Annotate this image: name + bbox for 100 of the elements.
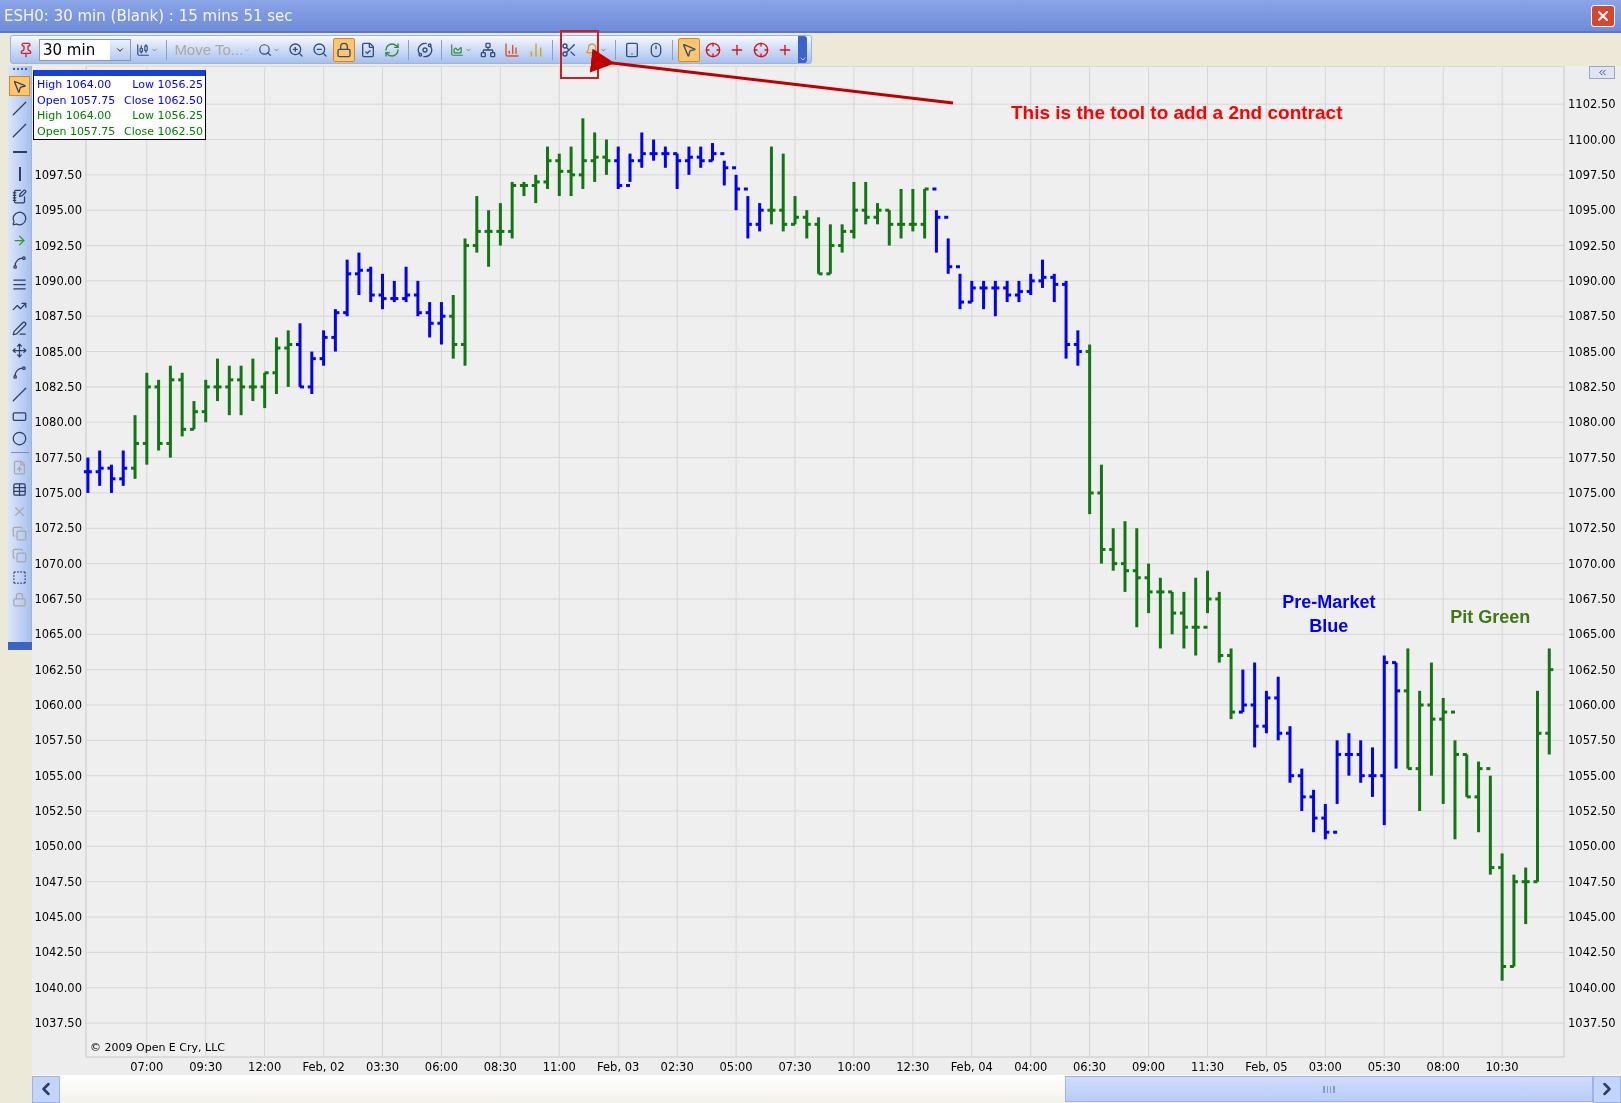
curve-icon: [12, 254, 27, 270]
caret-icon: [465, 45, 473, 54]
axis-label: 1060.00: [34, 698, 82, 712]
axis-label: 1070.00: [34, 556, 82, 571]
axis-label: 12:30: [896, 1060, 930, 1074]
axis-label: 07:00: [130, 1060, 164, 1074]
axis-label: 1052.50: [34, 804, 82, 818]
interval-dropdown[interactable]: 30 min: [39, 38, 132, 61]
tablet-icon: [624, 41, 641, 58]
axis-label: 1052.50: [1568, 804, 1616, 818]
axis-label: 1057.50: [1568, 733, 1616, 748]
drawing-tool-button[interactable]: [9, 76, 30, 96]
pen-icon: [12, 320, 27, 336]
pointer-icon: [681, 41, 698, 58]
close-button[interactable]: [1591, 4, 1615, 27]
zoom-in-icon: [288, 41, 305, 58]
axis-label: 1062.50: [34, 662, 82, 677]
hierarchy-icon: [480, 41, 497, 58]
axis-label: 1075.00: [1568, 485, 1616, 500]
axis-label: 1042.50: [34, 945, 82, 960]
axis-label: 1085.00: [1568, 344, 1616, 359]
info-text: High 1064.00: [37, 77, 112, 93]
info-text: Close 1062.50: [124, 92, 203, 108]
column-chart-icon: [504, 41, 521, 58]
scissors-icon: [561, 41, 578, 58]
bell-icon: [585, 41, 600, 58]
scroll-left-button[interactable]: [32, 1075, 60, 1103]
axis-label: 12:00: [248, 1060, 282, 1074]
axis-label: 1060.00: [1568, 698, 1616, 712]
axis-label: 1065.00: [34, 627, 82, 642]
axis-label: 1072.50: [1568, 521, 1616, 536]
axis-label: 10:00: [837, 1060, 871, 1074]
axis-label: 1097.50: [34, 167, 82, 182]
lock-icon: [336, 41, 353, 58]
orbit-icon: [417, 41, 434, 58]
axis-label: Feb, 03: [597, 1060, 640, 1074]
axis-label: Feb, 04: [950, 1060, 993, 1074]
toolbar-button[interactable]: [678, 37, 701, 62]
double-chevron-icon: [1596, 67, 1608, 78]
axis-label: 05:00: [719, 1060, 753, 1074]
search-icon: [258, 41, 273, 58]
axis-label: 1087.50: [1568, 309, 1616, 324]
axis-label: 1055.00: [34, 768, 82, 783]
highlight-frame: [560, 30, 599, 79]
axis-label: 07:30: [778, 1060, 812, 1074]
axis-label: 1062.50: [1568, 662, 1616, 677]
copy-icon: [12, 525, 27, 541]
axis-label: 1080.00: [34, 415, 82, 430]
toolbar-button[interactable]: [333, 37, 356, 62]
axis-label: 08:00: [1426, 1060, 1460, 1074]
copy-icon: [12, 547, 27, 563]
axis-label: 1057.50: [34, 733, 82, 748]
selection-icon: [12, 569, 27, 585]
axis-label: 1037.50: [34, 1016, 82, 1031]
axis-label: 1067.50: [1568, 591, 1616, 606]
axis-label: 11:30: [1190, 1060, 1225, 1074]
axis-label: 1037.50: [1568, 1016, 1616, 1031]
scroll-right-button[interactable]: [1593, 1075, 1621, 1103]
axis-label: 1050.00: [1568, 839, 1616, 854]
strip-expand-button[interactable]: [7, 642, 32, 650]
lock-icon: [12, 591, 27, 607]
slash-icon: [12, 386, 27, 402]
axis-label: 1040.00: [1568, 980, 1616, 995]
crosshair-icon: [705, 41, 722, 58]
axis-label: 1045.00: [34, 910, 82, 925]
axis-label: 02:30: [660, 1060, 694, 1074]
vertical-line-icon: [18, 167, 21, 181]
axis-label: 1047.50: [34, 874, 82, 889]
axis-label: 1090.00: [1568, 273, 1616, 288]
axis-label: 1040.00: [34, 980, 82, 995]
caret-icon: [273, 45, 281, 54]
info-text: Open 1057.75: [37, 123, 116, 139]
pin-icon: [18, 41, 34, 58]
scroll-thumb[interactable]: [1065, 1076, 1593, 1102]
axis-label: 1080.00: [1568, 415, 1616, 430]
info-text: Open 1057.75: [37, 92, 116, 108]
axis-label: 1092.50: [34, 238, 82, 253]
axis-label: Feb, 05: [1245, 1060, 1288, 1074]
axis-label: 1045.00: [1568, 910, 1616, 925]
axis-label: 06:00: [424, 1060, 458, 1074]
axis-label: 05:30: [1367, 1060, 1401, 1074]
axis-label: 1067.50: [34, 591, 82, 606]
info-text: Close 1062.50: [124, 123, 203, 139]
interval-value: 30 min: [42, 40, 96, 59]
overflow-button[interactable]: [798, 36, 808, 63]
document-icon: [360, 41, 377, 58]
axis-label: 1055.00: [1568, 768, 1616, 783]
axis-label: 1072.50: [34, 521, 82, 536]
axis-label: 09:30: [189, 1060, 223, 1074]
bar-chart-icon: [136, 41, 151, 58]
axis-label: 1047.50: [1568, 874, 1616, 889]
info-text: Low 1056.25: [132, 77, 203, 93]
axis-label: 1082.50: [1568, 379, 1616, 394]
callout-text: This is the tool to add a 2nd contract: [1011, 102, 1343, 124]
annotation-text: Pit Green: [1450, 605, 1531, 629]
axis-label: 1065.00: [1568, 627, 1616, 642]
slash-icon: [12, 122, 27, 138]
axis-label: 1070.00: [1568, 556, 1616, 571]
area-chart-icon: [450, 41, 465, 58]
axis-label: 03:30: [365, 1060, 400, 1074]
